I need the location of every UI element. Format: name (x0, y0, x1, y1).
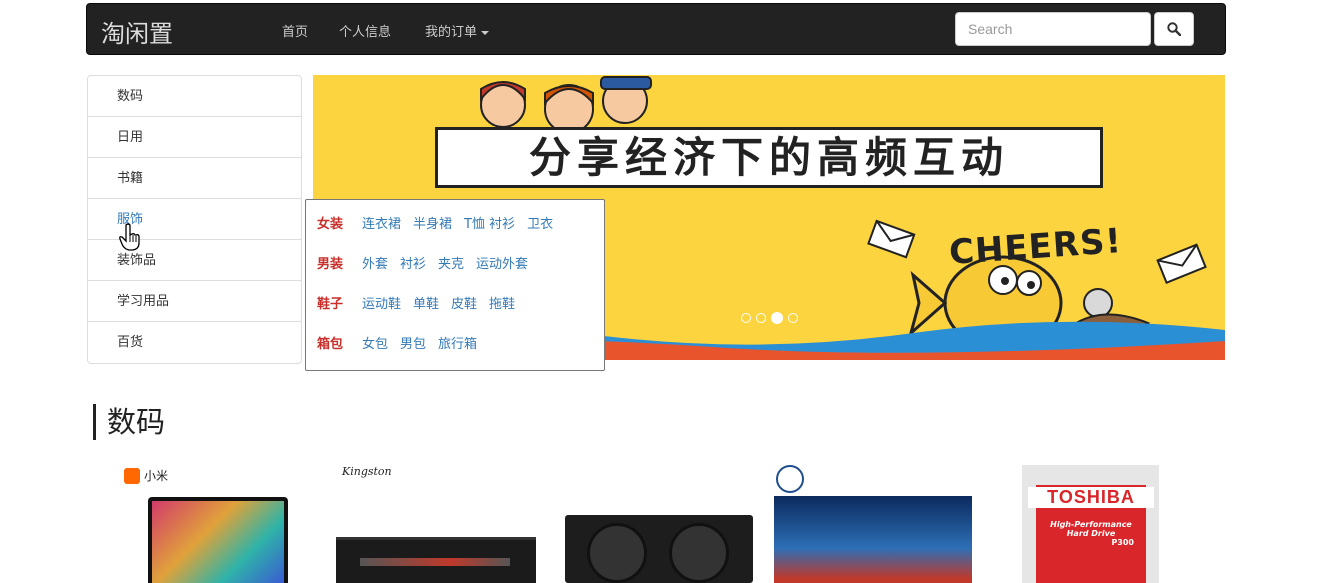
flyout-link[interactable]: 旅行箱 (438, 332, 477, 358)
flyout-link[interactable]: 男包 (400, 332, 426, 358)
search-button[interactable] (1154, 12, 1194, 46)
product-card-memory[interactable]: Kingston (336, 465, 536, 583)
flyout-link[interactable]: 连衣裙 (362, 212, 401, 238)
carousel-indicator-dot[interactable] (741, 313, 751, 323)
flyout-heading[interactable]: 男装 (317, 252, 362, 278)
carousel-indicators (741, 312, 798, 324)
gpu-image (565, 515, 753, 583)
flyout-link[interactable]: 运动外套 (476, 252, 528, 278)
flyout-heading[interactable]: 女装 (317, 212, 362, 238)
category-item[interactable]: 数码 (88, 76, 301, 117)
laptop-image (148, 497, 288, 583)
flyout-link[interactable]: 拖鞋 (489, 292, 515, 318)
nav-profile[interactable]: 个人信息 (339, 21, 391, 40)
mi-logo-icon (124, 467, 140, 484)
product-card-hdd[interactable]: TOSHIBA High-Performance Hard Drive P300 (1022, 465, 1159, 583)
flyout-link[interactable]: 夹克 (438, 252, 464, 278)
top-navbar: 淘闲置 首页 个人信息 我的订单 (86, 3, 1226, 55)
brand-logo-icon (776, 465, 804, 493)
caret-down-icon (481, 30, 490, 35)
product-card-monitor[interactable] (774, 465, 972, 583)
product-brand: Kingston (342, 465, 392, 478)
hdd-subtitle: High-Performance Hard Drive (1050, 520, 1132, 538)
nav-orders-label: 我的订单 (425, 25, 478, 40)
monitor-image (774, 496, 972, 583)
hdd-brand: TOSHIBA (1028, 487, 1154, 508)
category-item[interactable]: 百货 (88, 322, 301, 363)
nav-orders-dropdown[interactable]: 我的订单 (425, 21, 490, 40)
flyout-link[interactable]: 皮鞋 (451, 292, 477, 318)
flyout-link[interactable]: 单鞋 (413, 292, 439, 318)
flyout-link[interactable]: 半身裙 (413, 212, 452, 238)
product-card-gpu[interactable] (563, 465, 753, 583)
product-brand: 小米 (124, 467, 168, 484)
flyout-heading[interactable]: 箱包 (317, 332, 362, 358)
memory-image (336, 537, 536, 583)
site-brand[interactable]: 淘闲置 (101, 14, 173, 49)
flyout-row: 箱包 女包 男包 旅行箱 (317, 332, 604, 372)
flyout-link[interactable]: 卫衣 (527, 212, 553, 238)
hdd-label: TOSHIBA High-Performance Hard Drive P300 (1028, 485, 1154, 583)
product-card-laptop[interactable]: 小米 (122, 465, 292, 583)
nav-home[interactable]: 首页 (282, 21, 308, 40)
hdd-model: P300 (1111, 538, 1134, 547)
carousel-indicator-dot[interactable] (788, 313, 798, 323)
search-input[interactable] (955, 12, 1151, 46)
flyout-row: 男装 外套 衬衫 夹克 运动外套 (317, 252, 604, 292)
flyout-link[interactable]: T恤 衬衫 (464, 212, 515, 238)
flyout-link[interactable]: 运动鞋 (362, 292, 401, 318)
flyout-link[interactable]: 外套 (362, 252, 388, 278)
carousel-indicator-dot[interactable] (756, 313, 766, 323)
category-item[interactable]: 学习用品 (88, 281, 301, 322)
banner-title-frame: 分享经济下的高频互动 (435, 127, 1103, 188)
search-icon (1167, 22, 1181, 36)
flyout-link[interactable]: 女包 (362, 332, 388, 358)
flyout-heading[interactable]: 鞋子 (317, 292, 362, 318)
flyout-row: 女装 连衣裙 半身裙 T恤 衬衫 卫衣 (317, 212, 604, 252)
flyout-row: 鞋子 运动鞋 单鞋 皮鞋 拖鞋 (317, 292, 604, 332)
category-list: 数码 日用 书籍 服饰 装饰品 学习用品 百货 (87, 75, 302, 364)
category-item[interactable]: 日用 (88, 117, 301, 158)
flyout-link[interactable]: 衬衫 (400, 252, 426, 278)
carousel-indicator-dot[interactable] (771, 312, 783, 324)
hand-pointer-cursor-icon (119, 223, 140, 251)
category-item[interactable]: 书籍 (88, 158, 301, 199)
category-flyout: 女装 连衣裙 半身裙 T恤 衬衫 卫衣 男装 外套 衬衫 夹克 运动外套 鞋子 运动鞋 单鞋 皮鞋 拖鞋 箱包… (305, 199, 605, 371)
banner-title: 分享经济下的高频互动 (528, 133, 1009, 182)
section-title: 数码 (93, 404, 165, 440)
